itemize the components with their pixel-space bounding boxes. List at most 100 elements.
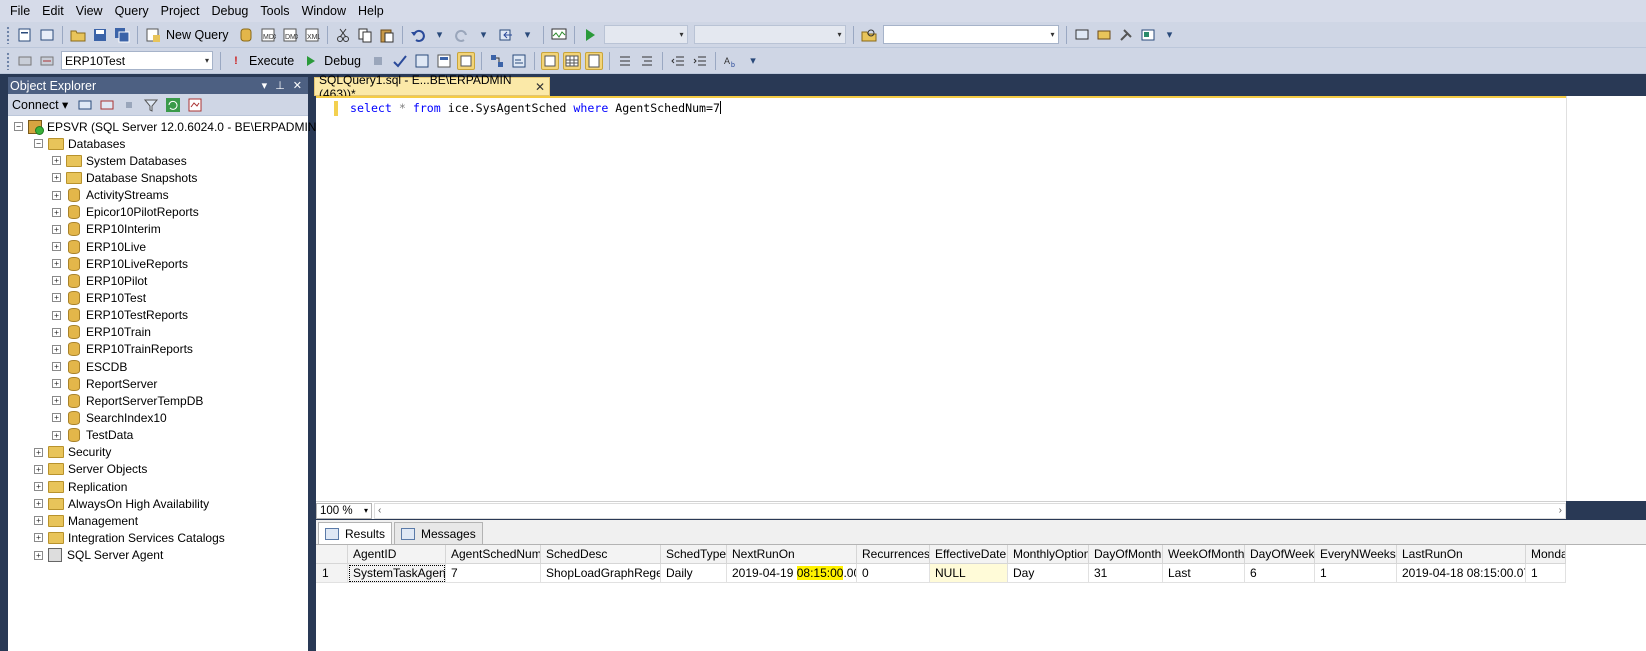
connect-icon[interactable]: [16, 52, 34, 70]
refresh-icon[interactable]: [164, 96, 182, 114]
tree-node-database[interactable]: + ERP10Train: [8, 324, 308, 341]
expand-toggle[interactable]: +: [52, 190, 61, 200]
column-header[interactable]: SchedDesc: [541, 545, 661, 564]
scroll-left-icon[interactable]: ‹: [378, 505, 381, 516]
tree-node-database[interactable]: + ERP10Live: [8, 238, 308, 255]
cell-monthlyoption[interactable]: Day: [1008, 564, 1089, 583]
navigate-dropdown-icon[interactable]: ▾: [519, 26, 537, 44]
db-engine-query-icon[interactable]: [237, 26, 255, 44]
find-text-input[interactable]: ▾: [882, 25, 1059, 44]
window-position-icon[interactable]: ▾: [262, 79, 268, 92]
dmx-query-icon[interactable]: DMX: [281, 26, 299, 44]
disconnect-icon[interactable]: [98, 96, 116, 114]
live-query-stats-icon[interactable]: [510, 52, 528, 70]
increase-indent-icon[interactable]: [691, 52, 709, 70]
expand-toggle[interactable]: +: [52, 259, 61, 269]
column-header[interactable]: LastRunOn: [1397, 545, 1526, 564]
tree-node-server-object[interactable]: + Security: [8, 444, 308, 461]
expand-toggle[interactable]: +: [52, 173, 61, 183]
activity-monitor-icon[interactable]: [550, 26, 568, 44]
scroll-right-icon[interactable]: ›: [1559, 505, 1562, 516]
tree-node-databases[interactable]: − Databases: [8, 135, 308, 152]
xmla-query-icon[interactable]: XML: [303, 26, 321, 44]
cell-nextrunon[interactable]: 2019-04-19 08:15:00.000: [727, 564, 857, 583]
cell-monday[interactable]: 1: [1526, 564, 1566, 583]
cancel-query-icon[interactable]: [369, 52, 387, 70]
column-header[interactable]: AgentSchedNum: [446, 545, 541, 564]
menu-view[interactable]: View: [70, 0, 109, 22]
expand-toggle[interactable]: +: [34, 447, 43, 457]
debug-icon[interactable]: [302, 52, 320, 70]
collapse-toggle[interactable]: −: [14, 122, 23, 132]
expand-toggle[interactable]: +: [52, 327, 61, 337]
expand-toggle[interactable]: +: [52, 242, 61, 252]
undo-dropdown-icon[interactable]: ▾: [431, 26, 449, 44]
navigate-backward-icon[interactable]: [497, 26, 515, 44]
query-editor[interactable]: select * from ice.SysAgentSched where Ag…: [316, 96, 1566, 501]
tree-node-database[interactable]: + ReportServerTempDB: [8, 392, 308, 409]
toolbar-grip[interactable]: [6, 25, 10, 44]
new-project-icon[interactable]: [16, 26, 34, 44]
tree-node-server-object[interactable]: + Replication: [8, 478, 308, 495]
menu-project[interactable]: Project: [155, 0, 206, 22]
tab-messages[interactable]: Messages: [394, 522, 483, 544]
cell-schedtype[interactable]: Daily: [661, 564, 727, 583]
expand-toggle[interactable]: +: [52, 344, 61, 354]
solution-configuration-select[interactable]: ▾: [603, 25, 688, 44]
expand-toggle[interactable]: +: [34, 516, 43, 526]
available-databases-select[interactable]: ERP10Test ▾: [61, 51, 213, 70]
redo-icon[interactable]: [453, 26, 471, 44]
tree-node-database[interactable]: + Database Snapshots: [8, 169, 308, 186]
tree-node-database[interactable]: + System Databases: [8, 152, 308, 169]
cell-agentschednum[interactable]: 7: [446, 564, 541, 583]
comment-out-icon[interactable]: [616, 52, 634, 70]
expand-toggle[interactable]: +: [52, 396, 61, 406]
expand-toggle[interactable]: +: [34, 464, 43, 474]
tree-node-server-object[interactable]: + SQL Server Agent: [8, 547, 308, 564]
expand-toggle[interactable]: +: [34, 550, 43, 560]
debug-button[interactable]: Debug: [324, 54, 361, 68]
cell-lastrunon[interactable]: 2019-04-18 08:15:00.070: [1397, 564, 1526, 583]
collapse-toggle[interactable]: −: [34, 139, 43, 149]
cell-everynweeks[interactable]: 1: [1315, 564, 1397, 583]
expand-toggle[interactable]: +: [34, 533, 43, 543]
results-to-grid-icon[interactable]: [563, 51, 582, 70]
display-estimated-plan-icon[interactable]: [413, 52, 431, 70]
expand-toggle[interactable]: +: [52, 310, 61, 320]
editor-vertical-scrollbar[interactable]: [1566, 96, 1646, 501]
tree-node-database[interactable]: + ReportServer: [8, 375, 308, 392]
new-query-button[interactable]: New Query: [166, 28, 229, 42]
intellisense-icon[interactable]: [457, 51, 476, 70]
tree-node-database[interactable]: + ERP10TestReports: [8, 307, 308, 324]
tab-sqlquery1[interactable]: SQLQuery1.sql - E...BE\ERPADMIN (463))* …: [314, 73, 550, 101]
results-to-text-icon[interactable]: [541, 51, 560, 70]
cut-icon[interactable]: [334, 26, 352, 44]
column-header[interactable]: AgentID: [348, 545, 446, 564]
tree-node-database[interactable]: + ERP10Interim: [8, 221, 308, 238]
tree-node-server-object[interactable]: + Server Objects: [8, 461, 308, 478]
connect-object-explorer-icon[interactable]: [76, 96, 94, 114]
solution-platform-select[interactable]: ▾: [693, 25, 846, 44]
column-header[interactable]: EffectiveDate: [930, 545, 1008, 564]
menu-file[interactable]: File: [4, 0, 36, 22]
tree-node-database[interactable]: + TestData: [8, 427, 308, 444]
close-tab-icon[interactable]: ✕: [535, 80, 545, 94]
registered-servers-icon[interactable]: [1073, 26, 1091, 44]
tree-node-database[interactable]: + SearchIndex10: [8, 409, 308, 426]
expand-toggle[interactable]: +: [52, 379, 61, 389]
toolbar2-overflow-icon[interactable]: ▾: [744, 52, 762, 70]
cell-weekofmonth[interactable]: Last: [1163, 564, 1245, 583]
uncomment-icon[interactable]: [638, 52, 656, 70]
find-in-files-icon[interactable]: [860, 26, 878, 44]
tree-node-server-object[interactable]: + Management: [8, 512, 308, 529]
tree-node-server[interactable]: − EPSVR (SQL Server 12.0.6024.0 - BE\ERP…: [8, 118, 320, 135]
toolbox-icon[interactable]: [1139, 26, 1157, 44]
parse-icon[interactable]: [391, 52, 409, 70]
cell-scheddesc[interactable]: ShopLoadGraphRegen: [541, 564, 661, 583]
menu-tools[interactable]: Tools: [254, 0, 295, 22]
redo-dropdown-icon[interactable]: ▾: [475, 26, 493, 44]
tree-node-database[interactable]: + ActivityStreams: [8, 187, 308, 204]
expand-toggle[interactable]: +: [52, 293, 61, 303]
properties-icon[interactable]: [1117, 26, 1135, 44]
paste-icon[interactable]: [378, 26, 396, 44]
